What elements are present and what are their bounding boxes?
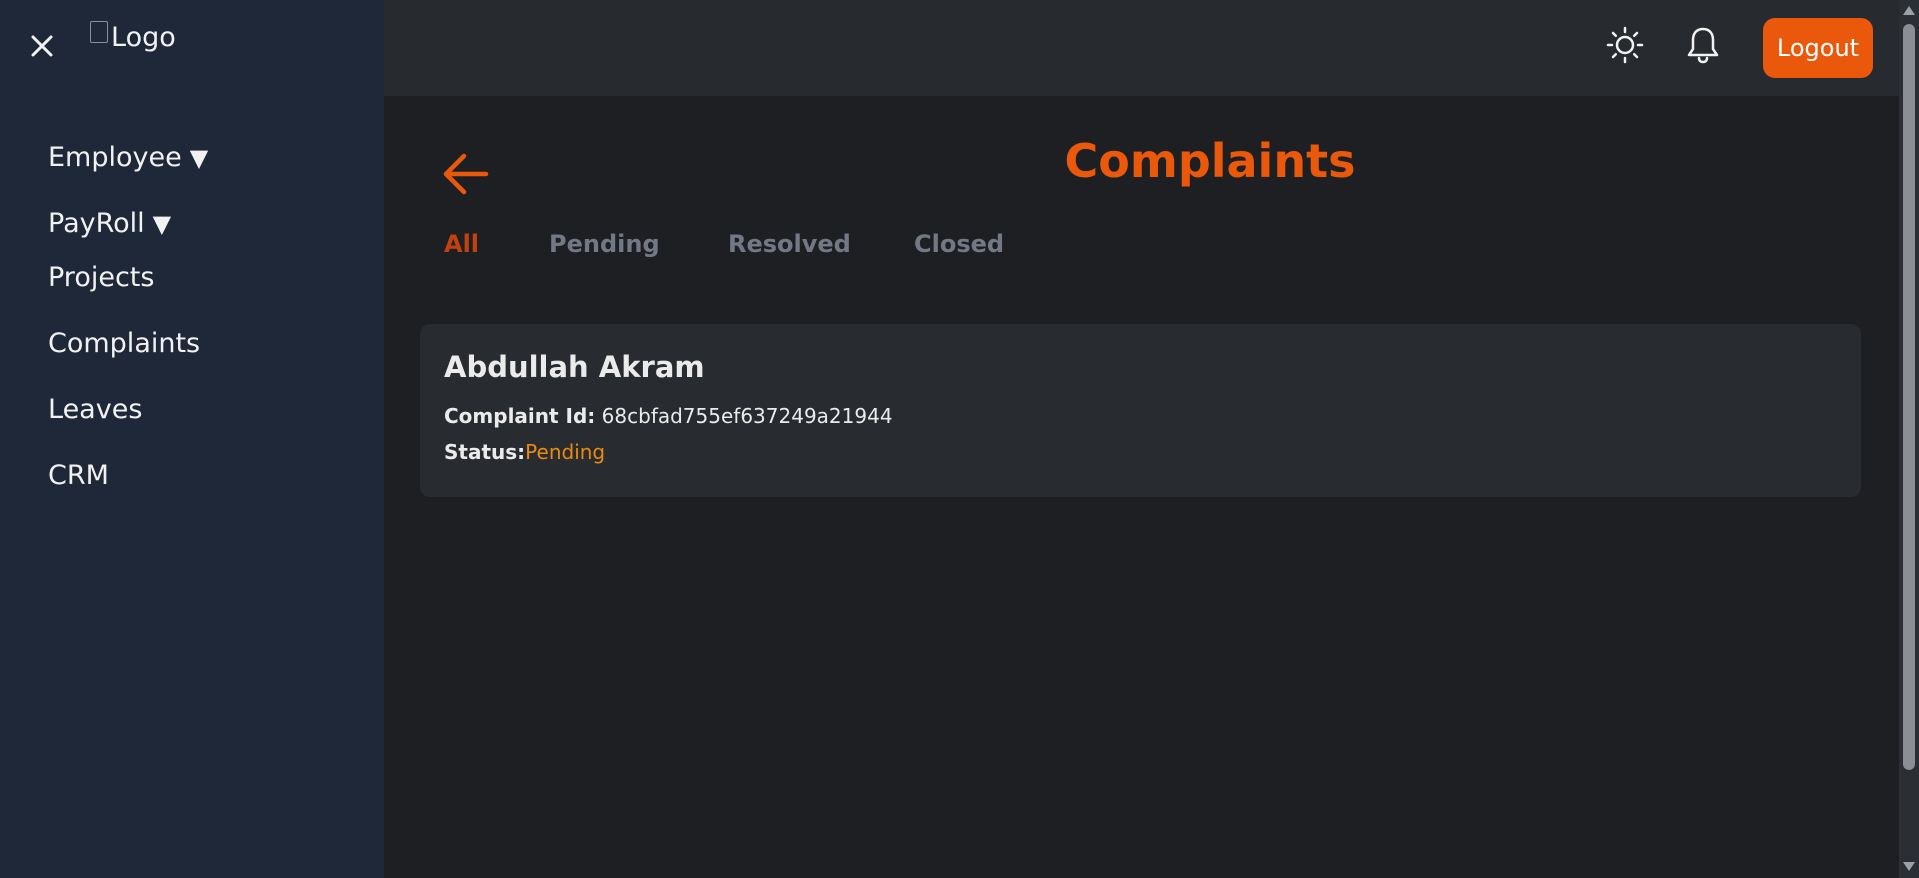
sun-icon [1606,26,1644,64]
sidebar-item-label: Complaints [48,328,201,359]
scroll-up-arrow-icon[interactable] [1903,6,1915,15]
scrollbar[interactable] [1899,0,1919,878]
tab-resolved[interactable]: Resolved [728,230,851,258]
sidebar-item-payroll[interactable]: PayRoll ▼ [48,208,171,239]
sidebar-item-label: Leaves [48,394,143,425]
bell-icon [1687,27,1719,64]
complaint-id-row: Complaint Id: 68cbfad755ef637249a21944 [444,404,893,428]
scroll-down-arrow-icon[interactable] [1903,862,1915,871]
sidebar-item-leaves[interactable]: Leaves [48,394,142,425]
sidebar-item-complaints[interactable]: Complaints [48,328,200,359]
sidebar: Logo Employee ▼ PayRoll ▼ Projects Complai… [0,0,384,878]
sidebar-item-label: CRM [48,460,109,491]
notifications-button[interactable] [1680,22,1726,68]
sidebar-item-label: PayRoll [48,208,145,239]
close-sidebar-button[interactable] [26,30,58,62]
status-badge: Pending [525,440,606,464]
close-icon [31,35,53,57]
broken-image-icon [90,20,108,43]
back-button[interactable] [440,148,492,200]
caret-down-icon: ▼ [152,210,172,238]
logout-button[interactable]: Logout [1763,18,1873,78]
scrollbar-thumb[interactable] [1903,24,1915,770]
theme-toggle-button[interactable] [1602,22,1648,68]
top-bar [384,0,1899,96]
tab-closed[interactable]: Closed [914,230,1004,258]
caret-down-icon: ▼ [189,144,209,172]
sidebar-item-label: Employee [48,142,182,173]
sidebar-item-employee[interactable]: Employee ▼ [48,142,208,173]
complaint-id-label: Complaint Id: [444,404,596,428]
complaint-card[interactable]: Abdullah Akram Complaint Id: 68cbfad755e… [420,324,1861,497]
tab-pending[interactable]: Pending [549,230,660,258]
complainant-name: Abdullah Akram [444,350,705,384]
sidebar-item-crm[interactable]: CRM [48,460,109,491]
complaint-status-row: Status:Pending [444,440,605,464]
logo[interactable]: Logo [90,20,176,53]
sidebar-item-label: Projects [48,262,155,293]
logo-alt-text: Logo [111,22,176,53]
tab-all[interactable]: All [444,230,479,258]
status-label: Status: [444,440,526,464]
sidebar-item-projects[interactable]: Projects [48,262,154,293]
page-title: Complaints [1064,134,1356,188]
back-arrow-icon [443,153,489,195]
complaint-id-value: 68cbfad755ef637249a21944 [601,404,893,428]
